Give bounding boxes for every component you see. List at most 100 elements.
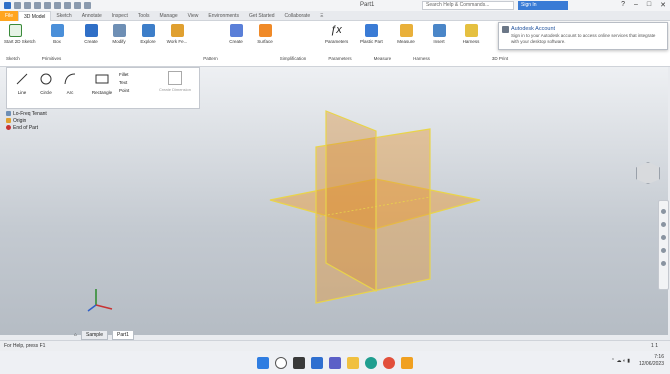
edge-icon[interactable] bbox=[365, 356, 377, 369]
tooltip-text: Sign in to your Autodesk account to acce… bbox=[511, 33, 656, 44]
tab-part1[interactable]: Part1 bbox=[111, 330, 134, 340]
save-icon[interactable] bbox=[34, 2, 41, 9]
tab-overflow[interactable]: Ξ bbox=[315, 11, 328, 21]
tab-collaborate[interactable]: Collaborate bbox=[280, 11, 316, 21]
tab-sketch[interactable]: Sketch bbox=[51, 11, 76, 21]
tab-tools[interactable]: Tools bbox=[133, 11, 155, 21]
windows-start-icon[interactable] bbox=[257, 356, 269, 369]
undo-icon[interactable] bbox=[44, 2, 51, 9]
tab-environments[interactable]: Environments bbox=[203, 11, 244, 21]
tab-inspect[interactable]: Inspect bbox=[107, 11, 133, 21]
inventor-icon[interactable] bbox=[401, 356, 413, 369]
coordinate-triad-icon bbox=[87, 289, 113, 312]
parameters-button[interactable]: ƒx Parameters bbox=[325, 24, 348, 44]
plastic-part-icon bbox=[364, 24, 378, 37]
arc-tool[interactable]: Arc bbox=[59, 72, 81, 95]
home-icon[interactable] bbox=[64, 2, 71, 9]
rectangle-tool[interactable]: Rectangle bbox=[87, 72, 117, 95]
work-features-button[interactable]: Work Fe... bbox=[166, 24, 188, 44]
part-icon bbox=[6, 111, 11, 116]
status-bar: For Help, press F1 1 1 bbox=[0, 340, 670, 351]
chat-icon[interactable] bbox=[329, 356, 341, 369]
app-logo-icon[interactable] bbox=[4, 2, 11, 9]
select-icon[interactable] bbox=[84, 2, 91, 9]
line-tool[interactable]: Line bbox=[11, 72, 33, 95]
account-tooltip: Autodesk Account Sign in to your Autodes… bbox=[498, 22, 668, 50]
modify-button[interactable]: Modify bbox=[108, 24, 130, 44]
text-tool[interactable]: Text bbox=[119, 79, 129, 87]
circle-tool[interactable]: Circle bbox=[35, 72, 57, 95]
insert-button[interactable]: Insert bbox=[428, 24, 450, 44]
measure-button[interactable]: Measure bbox=[395, 24, 417, 44]
box-icon bbox=[50, 24, 64, 37]
maximize-icon[interactable]: □ bbox=[647, 1, 651, 9]
sign-in-button[interactable]: Sign In bbox=[518, 1, 568, 10]
orbit-icon[interactable] bbox=[661, 248, 666, 253]
close-icon[interactable]: ✕ bbox=[660, 1, 666, 9]
pattern-icon bbox=[229, 24, 243, 37]
full-navigation-wheel-icon[interactable] bbox=[661, 209, 666, 214]
work-plane-icon bbox=[170, 24, 184, 37]
create-dimension-tool[interactable]: Create Dimension bbox=[157, 71, 193, 92]
home-icon[interactable]: ⌂ bbox=[74, 332, 77, 338]
browser-item[interactable]: End of Part bbox=[6, 124, 76, 131]
extrude-icon bbox=[84, 24, 98, 37]
modify-icon bbox=[112, 24, 126, 37]
widgets-icon[interactable] bbox=[311, 356, 323, 369]
tab-view[interactable]: View bbox=[183, 11, 204, 21]
browser-item[interactable]: Lo-Freq Tenant bbox=[6, 110, 76, 117]
tab-file[interactable]: File bbox=[0, 10, 18, 21]
task-view-icon[interactable] bbox=[293, 356, 305, 369]
system-tray-icons[interactable]: ⌃ ☁ ◐ ▮ bbox=[611, 358, 630, 364]
new-icon[interactable] bbox=[14, 2, 21, 9]
point-tool[interactable]: Point bbox=[119, 87, 129, 95]
insert-icon bbox=[432, 24, 446, 37]
help-icon[interactable]: ? bbox=[621, 1, 625, 9]
navigation-bar[interactable] bbox=[658, 200, 669, 290]
tooltip-title: Autodesk Account bbox=[511, 26, 556, 32]
account-icon bbox=[502, 26, 509, 33]
ribbon-tabs: File 3D Model Sketch Annotate Inspect To… bbox=[0, 10, 670, 21]
tab-3d-model[interactable]: 3D Model bbox=[18, 10, 52, 21]
harness-button[interactable]: Harness bbox=[460, 24, 482, 44]
pattern-create-button[interactable]: Create bbox=[225, 24, 247, 44]
explore-button[interactable]: Explore bbox=[137, 24, 159, 44]
open-icon[interactable] bbox=[24, 2, 31, 9]
create-button[interactable]: Create bbox=[80, 24, 102, 44]
start-2d-sketch-button[interactable]: Start 2D Sketch bbox=[4, 24, 36, 44]
model-browser: Lo-Freq Tenant Origin End of Part bbox=[6, 110, 76, 138]
chrome-icon[interactable] bbox=[383, 356, 395, 369]
tab-annotate[interactable]: Annotate bbox=[77, 11, 107, 21]
panel-labels: Sketch Primitives Pattern Simplification… bbox=[6, 56, 509, 61]
look-at-icon[interactable] bbox=[661, 261, 666, 266]
zoom-icon[interactable] bbox=[661, 235, 666, 240]
box-button[interactable]: Box bbox=[46, 24, 68, 44]
fillet-tool[interactable]: Fillet bbox=[119, 71, 129, 79]
redo-icon[interactable] bbox=[54, 2, 61, 9]
explore-icon bbox=[141, 24, 155, 37]
tab-get-started[interactable]: Get Started bbox=[244, 11, 280, 21]
small-sketch-tools: Fillet Text Point bbox=[119, 71, 129, 95]
browser-item[interactable]: Origin bbox=[6, 117, 76, 124]
search-input[interactable]: Search Help & Commands... bbox=[422, 1, 514, 10]
ruler-icon bbox=[399, 24, 413, 37]
plastic-part-button[interactable]: Plastic Part bbox=[360, 24, 383, 44]
file-explorer-icon[interactable] bbox=[347, 356, 359, 369]
tab-sample[interactable]: Sample bbox=[81, 330, 108, 340]
tab-manage[interactable]: Manage bbox=[155, 11, 183, 21]
quick-access-toolbar: Part1 Search Help & Commands... Sign In … bbox=[0, 0, 670, 11]
window-title: Part1 bbox=[360, 2, 375, 8]
clock[interactable]: 7:16 12/06/2023 bbox=[639, 354, 664, 368]
minimize-icon[interactable]: – bbox=[634, 1, 638, 9]
fx-icon: ƒx bbox=[330, 24, 342, 36]
surface-icon bbox=[258, 24, 272, 37]
end-of-part-icon bbox=[6, 125, 11, 130]
line-icon bbox=[16, 73, 28, 85]
surface-button[interactable]: Surface bbox=[254, 24, 276, 44]
pan-icon[interactable] bbox=[661, 222, 666, 227]
search-icon[interactable] bbox=[275, 356, 287, 369]
rectangle-icon bbox=[95, 74, 109, 84]
sketch-flyout-panel: Line Circle Arc Rectangle Fillet Text Po… bbox=[6, 67, 200, 109]
update-icon[interactable] bbox=[74, 2, 81, 9]
sketch-icon bbox=[8, 24, 22, 37]
